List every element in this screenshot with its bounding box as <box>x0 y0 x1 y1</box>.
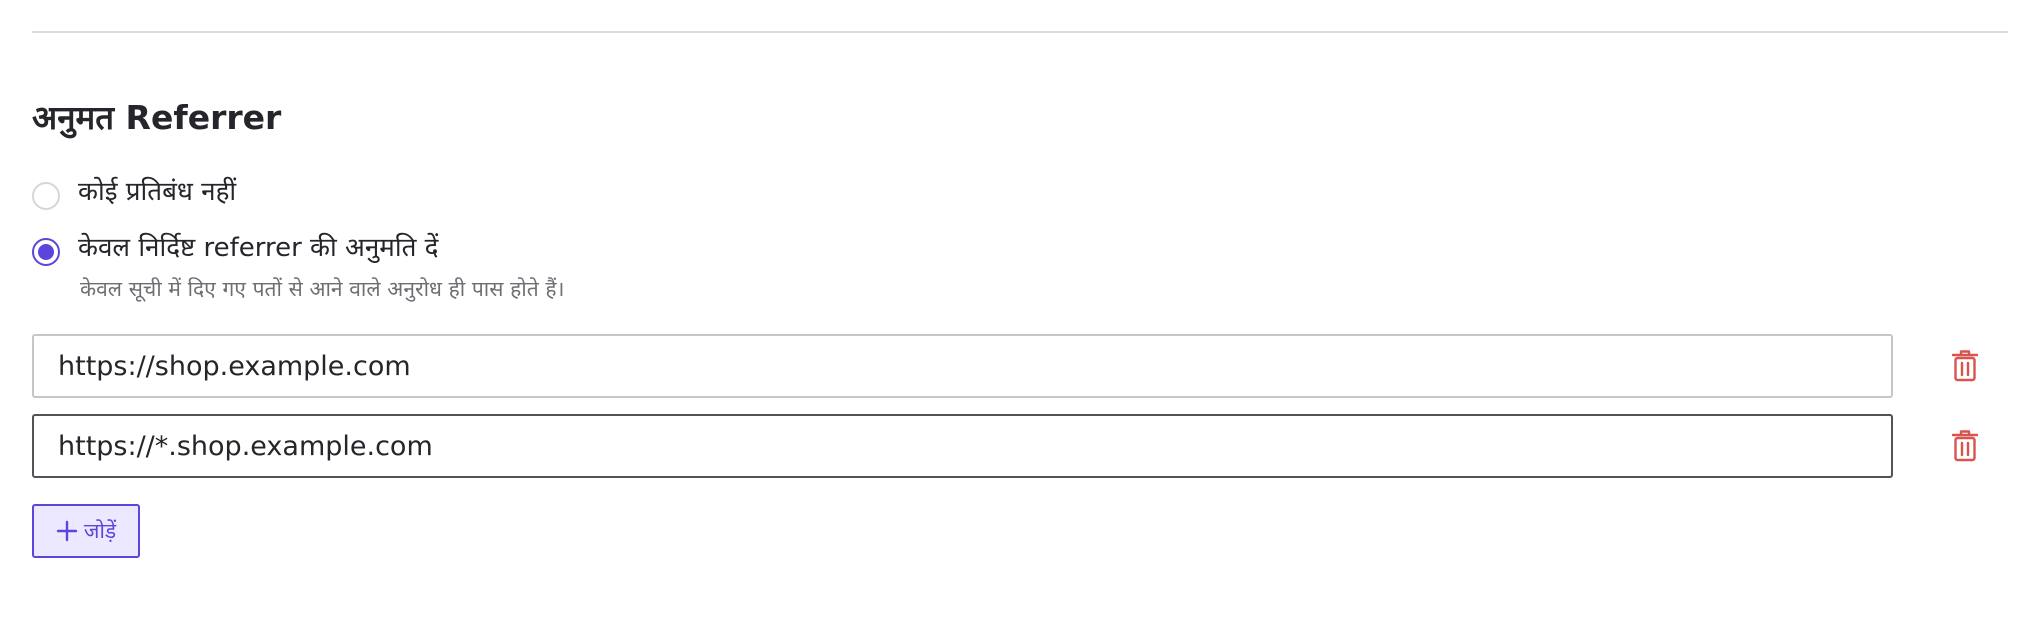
delete-referrer-button[interactable] <box>1947 428 1983 464</box>
referrer-row <box>32 334 2008 398</box>
plus-icon <box>56 520 78 542</box>
trash-icon <box>1952 430 1978 462</box>
radio-description-specific-referrers: केवल सूची में दिए गए पतों से आने वाले अन… <box>80 277 565 301</box>
add-referrer-label: जोड़ें <box>83 519 117 543</box>
referrer-input[interactable] <box>32 414 1893 478</box>
radio-label-no-restriction: कोई प्रतिबंध नहीं <box>78 177 237 207</box>
referrer-input[interactable] <box>32 334 1893 398</box>
section-title: अनुमत Referrer <box>32 98 282 137</box>
radio-button-no-restriction[interactable] <box>32 182 60 210</box>
radio-option-specific-referrers[interactable]: केवल निर्दिष्ट referrer की अनुमति दें <box>32 233 438 270</box>
referrer-row <box>32 414 2008 478</box>
trash-icon <box>1952 350 1978 382</box>
add-referrer-button[interactable]: जोड़ें <box>32 504 140 558</box>
section-divider <box>32 31 2008 33</box>
radio-option-no-restriction[interactable]: कोई प्रतिबंध नहीं <box>32 177 236 214</box>
delete-referrer-button[interactable] <box>1947 348 1983 384</box>
radio-button-specific-referrers[interactable] <box>32 238 60 266</box>
radio-label-specific-referrers: केवल निर्दिष्ट referrer की अनुमति दें <box>78 233 439 263</box>
